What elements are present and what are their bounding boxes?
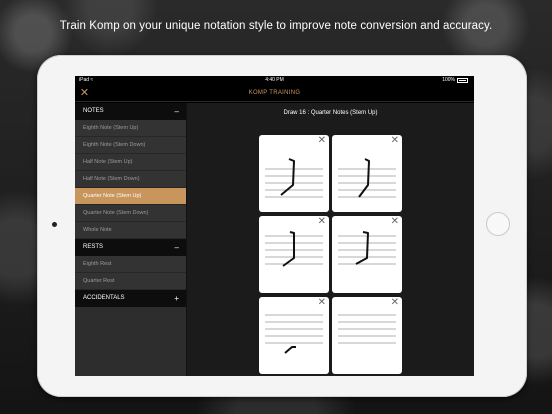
training-panel: Draw 16 : Quarter Notes (Stem Up) ✕ ✕ ✕ … xyxy=(187,103,474,376)
ipad-frame: iPad ≈ 4:40 PM 100% ✕ KOMP TRAINING NOTE… xyxy=(37,55,527,397)
close-icon[interactable]: ✕ xyxy=(318,217,326,227)
status-bar: iPad ≈ 4:40 PM 100% xyxy=(75,76,474,85)
close-icon[interactable]: ✕ xyxy=(391,217,399,227)
section-header-rests[interactable]: RESTS – xyxy=(75,239,186,256)
sidebar-item-quarter-rest[interactable]: Quarter Rest xyxy=(75,273,186,290)
close-icon[interactable]: ✕ xyxy=(391,298,399,308)
headline: Train Komp on your unique notation style… xyxy=(59,20,493,32)
draw-title: Draw 16 : Quarter Notes (Stem Up) xyxy=(283,110,378,116)
battery-status: 100% xyxy=(442,76,468,85)
drawing-canvas[interactable] xyxy=(259,216,329,293)
screen: iPad ≈ 4:40 PM 100% ✕ KOMP TRAINING NOTE… xyxy=(75,76,474,376)
close-icon[interactable]: ✕ xyxy=(391,136,399,146)
sidebar-item-eighth-note-stem-up[interactable]: Eighth Note (Stem Up) xyxy=(75,120,186,137)
drawing-card[interactable]: ✕ xyxy=(259,216,329,293)
drawing-canvas[interactable] xyxy=(332,216,402,293)
collapse-icon[interactable]: – xyxy=(175,239,179,256)
section-header-notes[interactable]: NOTES – xyxy=(75,103,186,120)
status-time: 4:40 PM xyxy=(265,77,284,83)
battery-percent: 100% xyxy=(442,77,455,83)
drawing-canvas[interactable] xyxy=(259,297,329,374)
drawing-card[interactable]: ✕ xyxy=(259,135,329,212)
nav-bar: ✕ KOMP TRAINING xyxy=(75,85,474,102)
home-button[interactable] xyxy=(486,212,510,236)
drawing-card[interactable]: ✕ xyxy=(259,297,329,374)
drawing-canvas[interactable] xyxy=(332,297,402,374)
drawing-card[interactable]: ✕ xyxy=(332,135,402,212)
sidebar-item-eighth-note-stem-down[interactable]: Eighth Note (Stem Down) xyxy=(75,137,186,154)
sidebar-item-quarter-note-stem-down[interactable]: Quarter Note (Stem Down) xyxy=(75,205,186,222)
sidebar-item-quarter-note-stem-up[interactable]: Quarter Note (Stem Up) xyxy=(75,188,186,205)
battery-icon xyxy=(457,78,468,83)
sidebar-item-half-note-stem-down[interactable]: Half Note (Stem Down) xyxy=(75,171,186,188)
drawing-canvas[interactable] xyxy=(259,135,329,212)
camera xyxy=(52,222,57,227)
collapse-icon[interactable]: – xyxy=(175,103,179,120)
drawing-card[interactable]: ✕ xyxy=(332,216,402,293)
sidebar-item-half-note-stem-up[interactable]: Half Note (Stem Up) xyxy=(75,154,186,171)
sidebar: NOTES – Eighth Note (Stem Up) Eighth Not… xyxy=(75,103,187,376)
sidebar-item-whole-note[interactable]: Whole Note xyxy=(75,222,186,239)
expand-icon[interactable]: + xyxy=(174,290,179,307)
drawing-card[interactable]: ✕ xyxy=(332,297,402,374)
close-icon[interactable]: ✕ xyxy=(318,298,326,308)
drawing-canvas[interactable] xyxy=(332,135,402,212)
section-header-accidentals[interactable]: ACCIDENTALS + xyxy=(75,290,186,307)
sidebar-item-eighth-rest[interactable]: Eighth Rest xyxy=(75,256,186,273)
close-icon[interactable]: ✕ xyxy=(318,136,326,146)
nav-title: KOMP TRAINING xyxy=(248,90,301,96)
